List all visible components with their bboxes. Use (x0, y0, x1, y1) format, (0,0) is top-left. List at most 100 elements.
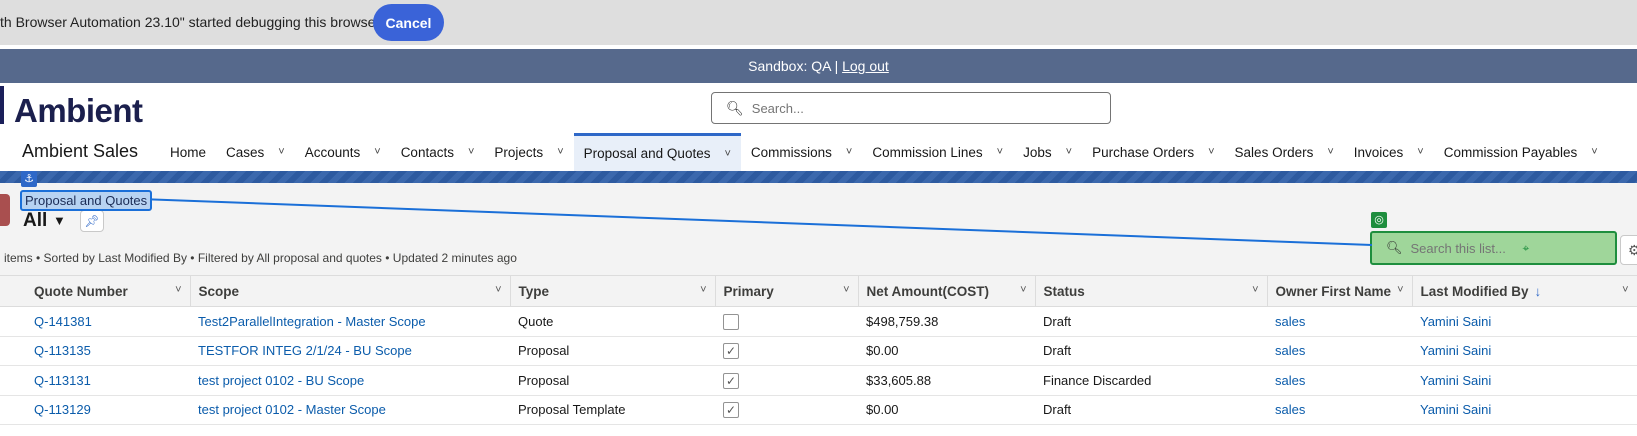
nav-item-invoices[interactable]: Invoices ˅ (1344, 133, 1434, 171)
chevron-down-icon[interactable]: ˅ (495, 284, 501, 296)
primary-cell: ✓ (715, 336, 858, 366)
app-logo[interactable]: Ambient (14, 92, 143, 130)
list-settings-button[interactable]: ⚙ (1620, 235, 1637, 265)
list-view-name[interactable]: All (23, 210, 47, 232)
status-cell: Draft (1043, 313, 1072, 329)
column-header-status[interactable]: Status ˅ (1035, 275, 1268, 307)
nav-item-commissions[interactable]: Commissions ˅ (741, 133, 862, 171)
status-cell: Finance Discarded (1035, 365, 1267, 396)
caret-down-icon[interactable]: ▼ (53, 213, 66, 228)
anchor-element-label[interactable]: Proposal and Quotes (20, 190, 153, 211)
amount-cell: $0.00 (858, 395, 1035, 425)
owner-cell: sales (1267, 336, 1412, 366)
quote-number-link[interactable]: Q-113131 (34, 373, 91, 388)
primary-checkbox: ✓ (723, 343, 739, 360)
list-search[interactable]: 🔍︎ ⌖ (1370, 231, 1617, 265)
scope-link[interactable]: TESTFOR INTEG 2/1/24 - BU Scope (198, 343, 412, 358)
primary-cell (715, 306, 858, 337)
scope-cell: Test2ParallelIntegration - Master Scope (190, 306, 510, 337)
primary-checkbox: ✓ (723, 372, 739, 389)
column-header-last-modified-by[interactable]: Last Modified By ↓ ˅ (1412, 275, 1637, 307)
quote-number-link[interactable]: Q-113129 (34, 402, 91, 417)
amount-cell: $33,605.88 (858, 365, 1035, 396)
owner-link[interactable]: sales (1275, 343, 1305, 358)
chevron-down-icon[interactable]: ˅ (1622, 284, 1628, 296)
type-cell: Quote (510, 306, 715, 337)
pin-list-button[interactable]: 📌︎ (80, 210, 104, 232)
sandbox-bar: Sandbox: QA | Log out (0, 49, 1637, 83)
column-header-label: Last Modified By (1420, 283, 1529, 299)
nav-item-contacts[interactable]: Contacts ˅ (391, 133, 485, 171)
amount-cell: $0.00 (866, 343, 899, 359)
global-search[interactable]: 🔍︎ (711, 92, 1111, 124)
nav-item-accounts[interactable]: Accounts ˅ (295, 133, 391, 171)
scope-link[interactable]: test project 0102 - Master Scope (198, 402, 386, 417)
nav-item-proposal-and-quotes[interactable]: Proposal and Quotes ˅ (573, 133, 741, 171)
global-search-input[interactable] (751, 100, 1092, 116)
chevron-down-icon[interactable]: ˅ (175, 284, 181, 296)
chevron-down-icon[interactable]: ˅ (1591, 146, 1597, 158)
chevron-down-icon[interactable]: ˅ (846, 146, 852, 158)
search-icon: 🔍︎ (1386, 240, 1403, 255)
chevron-down-icon[interactable]: ˅ (1417, 146, 1423, 158)
crosshair-icon: ⌖ (1522, 240, 1530, 255)
chevron-down-icon[interactable]: ˅ (700, 284, 706, 296)
chevron-down-icon[interactable]: ˅ (1066, 146, 1072, 158)
chevron-down-icon[interactable]: ˅ (1208, 146, 1214, 158)
nav-item-projects[interactable]: Projects ˅ (484, 133, 573, 171)
row-spacer (0, 395, 26, 425)
column-header-scope[interactable]: Scope ˅ (190, 275, 511, 307)
chevron-down-icon[interactable]: ˅ (1327, 146, 1333, 158)
nav-item-home[interactable]: Home (160, 133, 216, 171)
nav-item-jobs[interactable]: Jobs ˅ (1013, 133, 1082, 171)
chevron-down-icon[interactable]: ˅ (1397, 284, 1403, 296)
nav-item-label: Commissions (750, 144, 832, 160)
cancel-debug-button[interactable]: Cancel (373, 4, 444, 41)
chevron-down-icon[interactable]: ˅ (724, 148, 730, 160)
column-header-net-amount-cost-[interactable]: Net Amount(COST) ˅ (858, 275, 1036, 307)
owner-link[interactable]: sales (1275, 373, 1305, 388)
owner-link[interactable]: sales (1275, 402, 1305, 417)
row-spacer (0, 306, 26, 337)
logout-link[interactable]: Log out (842, 58, 889, 74)
list-search-input[interactable] (1410, 240, 1521, 256)
nav-item-commission-lines[interactable]: Commission Lines ˅ (862, 133, 1013, 171)
scope-link[interactable]: Test2ParallelIntegration - Master Scope (198, 314, 426, 329)
chevron-down-icon[interactable]: ˅ (278, 146, 284, 158)
chevron-down-icon[interactable]: ˅ (1020, 284, 1026, 296)
amount-cell: $0.00 (858, 336, 1035, 366)
column-header-label: Status (1043, 283, 1085, 299)
nav-item-sales-orders[interactable]: Sales Orders ˅ (1225, 133, 1344, 171)
chevron-down-icon[interactable]: ˅ (1252, 284, 1258, 296)
nav-item-label: Invoices (1353, 144, 1404, 160)
column-header-primary[interactable]: Primary ˅ (715, 275, 859, 307)
column-header-type[interactable]: Type ˅ (510, 275, 716, 307)
modified-by-link[interactable]: Yamini Saini (1420, 373, 1491, 388)
chevron-down-icon[interactable]: ˅ (997, 146, 1003, 158)
nav-item-cases[interactable]: Cases ˅ (216, 133, 295, 171)
scope-link[interactable]: test project 0102 - BU Scope (198, 373, 364, 388)
column-header-label: Type (518, 283, 550, 299)
owner-cell: sales (1267, 365, 1412, 396)
chevron-down-icon[interactable]: ˅ (557, 146, 563, 158)
nav-item-label: Cases (226, 144, 265, 160)
nav-item-commission-payables[interactable]: Commission Payables ˅ (1434, 133, 1608, 171)
chevron-down-icon[interactable]: ˅ (374, 146, 380, 158)
quote-number-link[interactable]: Q-141381 (34, 314, 92, 329)
modified-by-link[interactable]: Yamini Saini (1420, 343, 1491, 358)
owner-link[interactable]: sales (1275, 314, 1305, 329)
nav-item-label: Commission Lines (872, 144, 983, 160)
type-cell: Proposal (510, 365, 715, 396)
column-header-owner-first-name[interactable]: Owner First Name ˅ (1267, 275, 1413, 307)
column-header-quote-number[interactable]: Quote Number ˅ (26, 275, 191, 307)
nav-item-label: Sales Orders (1234, 144, 1314, 160)
nav-item-purchase-orders[interactable]: Purchase Orders ˅ (1082, 133, 1224, 171)
chevron-down-icon[interactable]: ˅ (468, 146, 474, 158)
quote-number-link[interactable]: Q-113135 (34, 343, 91, 358)
type-cell: Proposal Template (518, 402, 626, 418)
quote-number-cell: Q-113131 (26, 365, 190, 396)
table-body: Q-141381 Test2ParallelIntegration - Maste… (0, 306, 1637, 425)
modified-by-link[interactable]: Yamini Saini (1420, 314, 1491, 329)
chevron-down-icon[interactable]: ˅ (843, 284, 849, 296)
modified-by-link[interactable]: Yamini Saini (1420, 402, 1491, 417)
